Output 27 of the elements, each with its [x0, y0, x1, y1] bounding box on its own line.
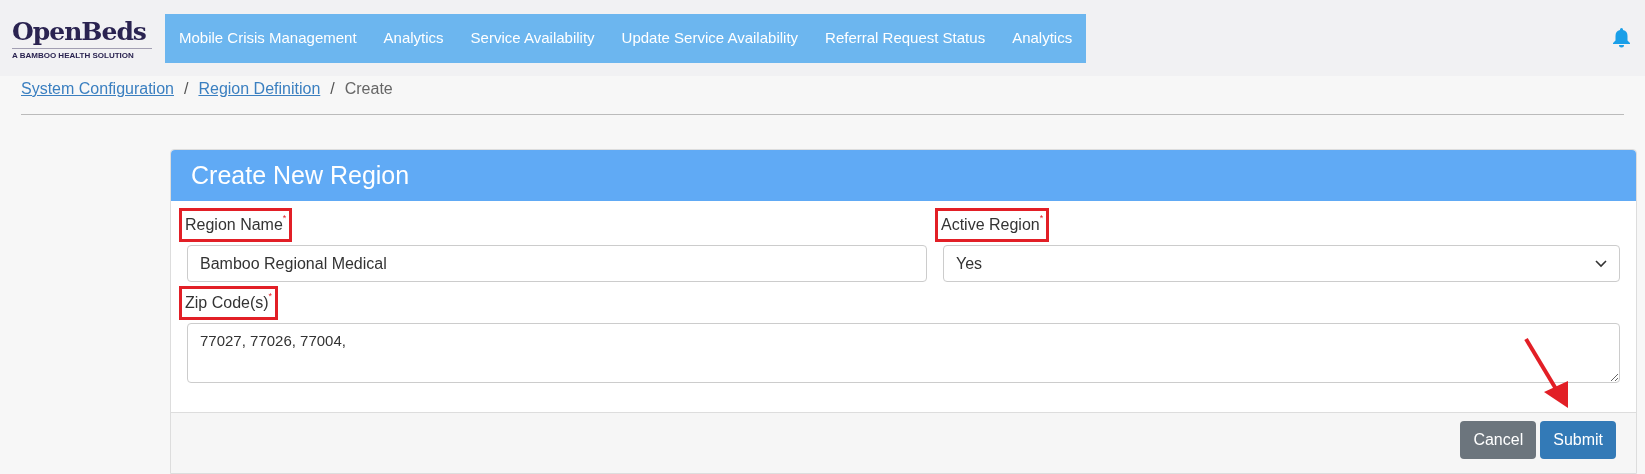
breadcrumb-separator: /	[330, 79, 335, 99]
nav-link[interactable]: Referral Request Status	[825, 26, 986, 50]
required-mark: *	[282, 213, 287, 223]
chevron-down-icon	[1595, 259, 1607, 268]
field-label: Active Region	[941, 216, 1040, 235]
required-mark: *	[1039, 213, 1044, 223]
notification-bell-icon[interactable]	[1613, 28, 1630, 48]
logo-tagline: A BAMBOO HEALTH SOLUTION	[12, 47, 152, 61]
submit-button[interactable]: Submit	[1540, 421, 1616, 459]
breadcrumb-link[interactable]: Region Definition	[198, 77, 321, 101]
field-label: Region Name	[185, 215, 283, 235]
nav-link[interactable]: Service Availability	[470, 26, 595, 50]
breadcrumb-separator: /	[183, 79, 189, 99]
nav-link[interactable]: Update Service Availability	[621, 26, 799, 50]
nav-link[interactable]: Mobile Crisis Management	[179, 26, 357, 50]
nav-link[interactable]: Analytics	[383, 26, 444, 50]
card-title: Create New Region	[191, 159, 410, 191]
breadcrumb-link[interactable]: System Configuration	[21, 77, 174, 101]
dropdown-field[interactable]: Yes	[943, 245, 1620, 282]
nav-link[interactable]: Analytics	[1012, 26, 1073, 50]
field-label: Zip Code(s)	[185, 294, 269, 313]
text-field[interactable]: Bamboo Regional Medical	[187, 245, 927, 282]
breadcrumb-current: Create	[344, 79, 393, 99]
text-area[interactable]: 77027, 77026, 77004,	[187, 323, 1620, 383]
logo-wordmark: OpenBeds	[12, 15, 147, 48]
required-mark: *	[268, 291, 273, 301]
cancel-button[interactable]: Cancel	[1460, 421, 1537, 459]
